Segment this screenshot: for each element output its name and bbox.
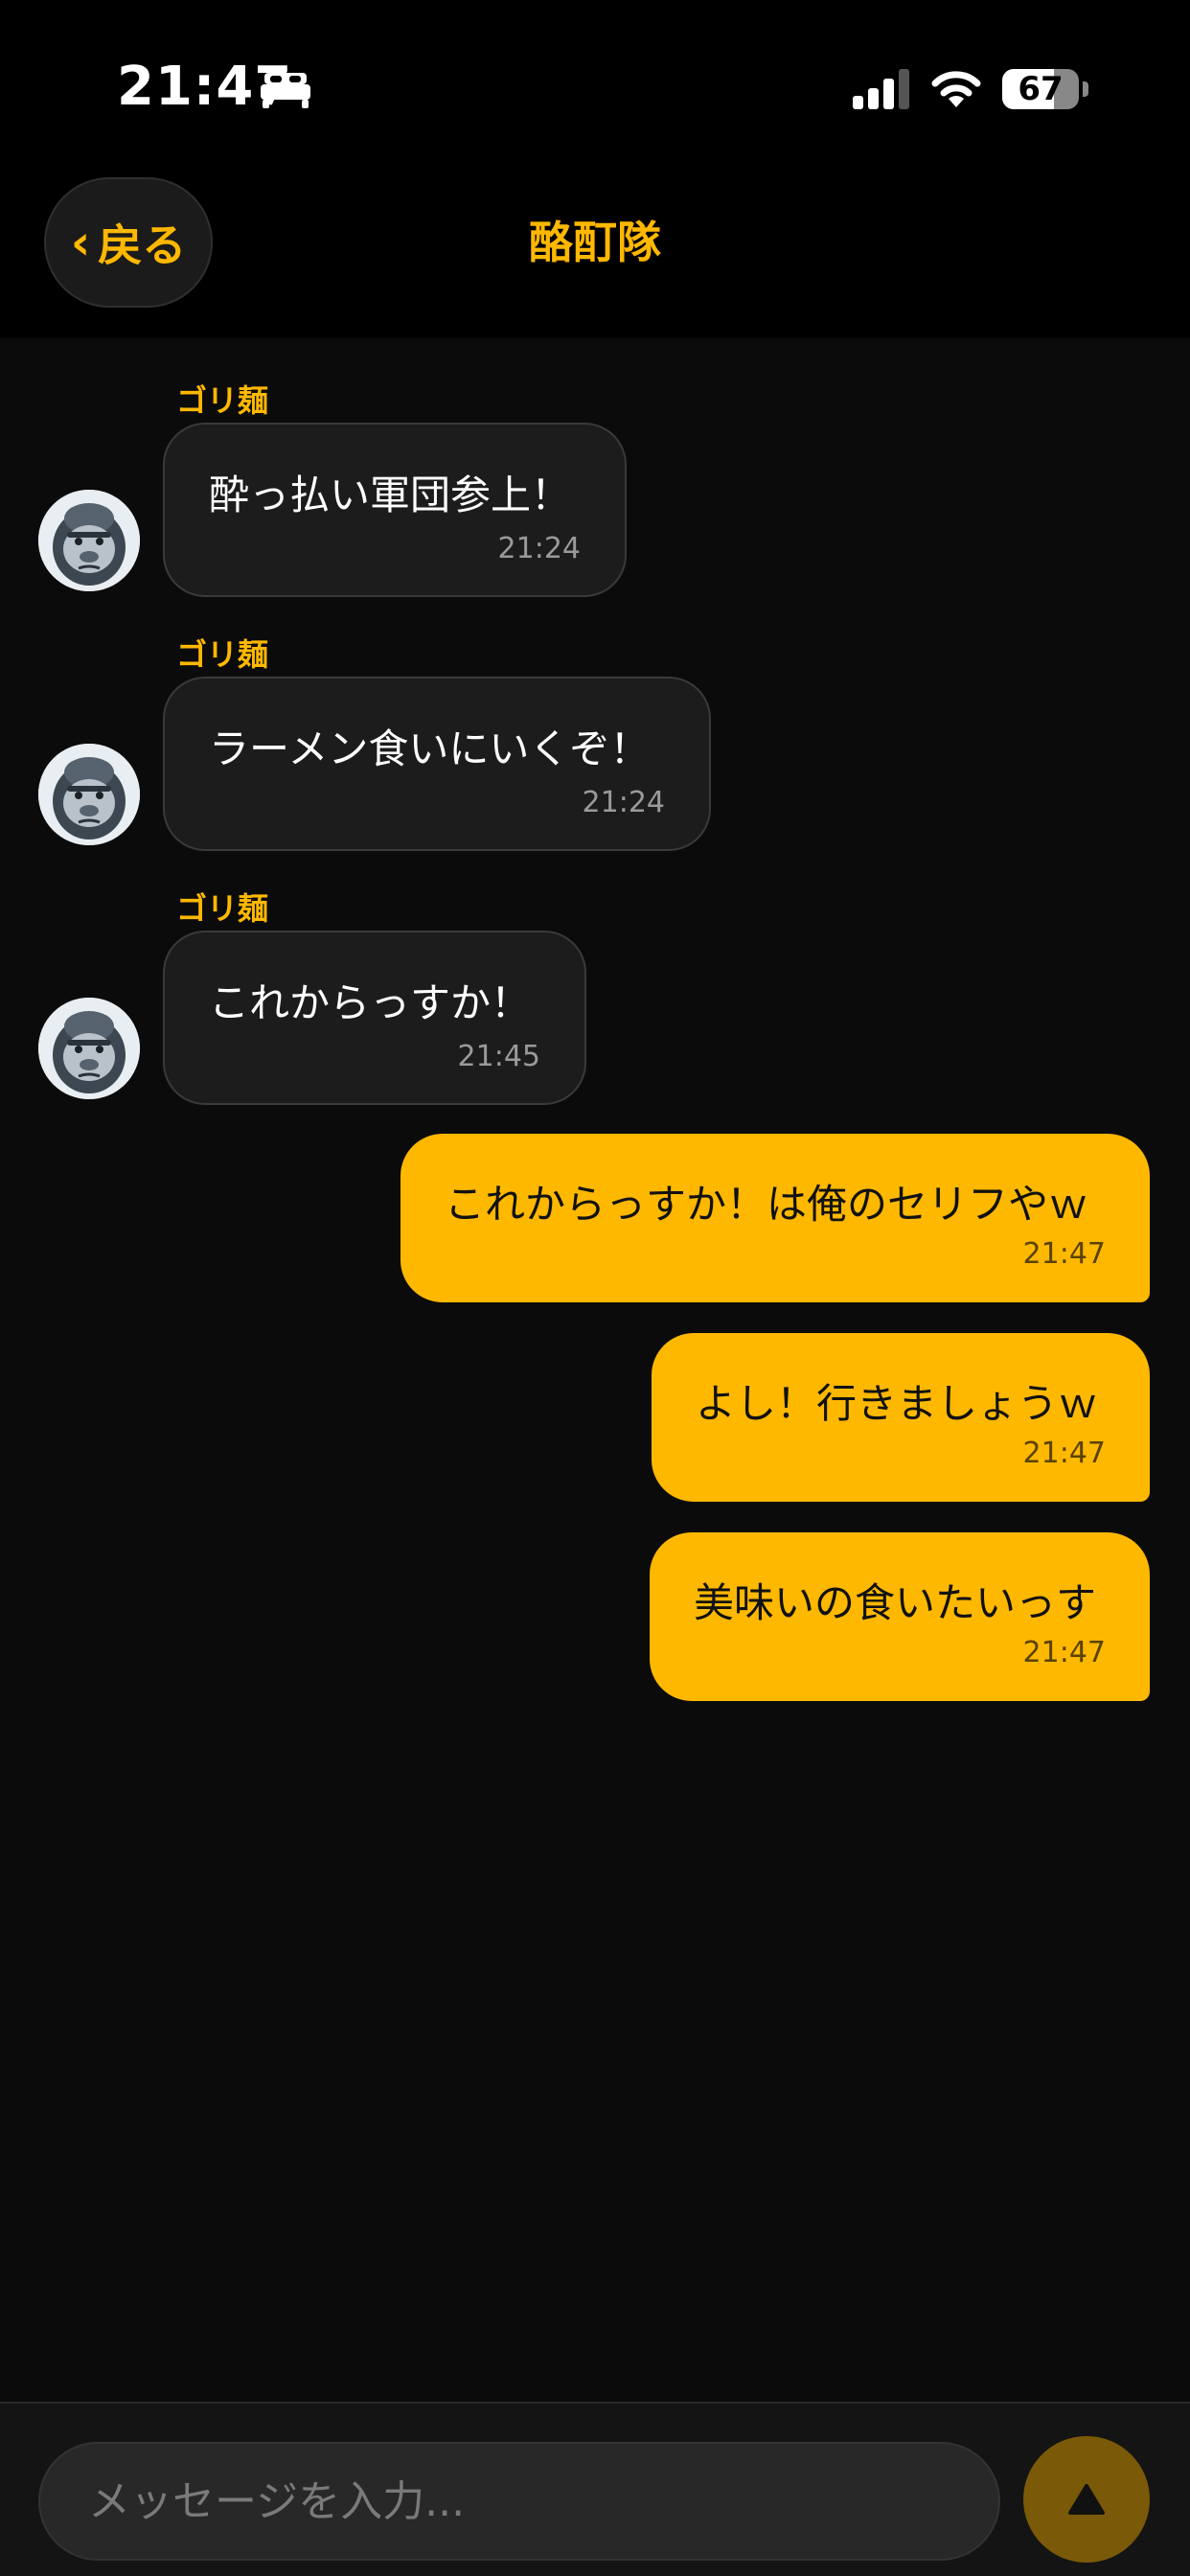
gorilla-avatar-icon: [38, 744, 140, 845]
message-time: 21:24: [582, 786, 665, 819]
nav-bar: ‹ 戻る 酪酊隊: [0, 177, 1190, 338]
message-bubble-outgoing[interactable]: 美味いの食いたいっす 21:47: [650, 1532, 1150, 1701]
input-bar: [0, 2402, 1190, 2576]
status-bar: 21:47 67: [0, 0, 1190, 177]
avatar[interactable]: [38, 490, 140, 591]
battery-percent: 67: [1018, 70, 1064, 108]
message-input[interactable]: [38, 2442, 1000, 2561]
message-text: これからっすか！: [209, 979, 532, 1026]
chevron-left-icon: ‹: [70, 215, 91, 270]
message-text: ラーメン食いにいくぞ！: [209, 725, 651, 772]
back-button-label: 戻る: [98, 219, 187, 271]
message-text: 美味いの食いたいっす: [694, 1579, 1097, 1626]
message-text: これからっすか！は俺のセリフやｗ: [445, 1181, 1089, 1228]
sender-name: ゴリ麺: [176, 890, 269, 927]
cellular-signal-icon: [853, 69, 909, 109]
message-bubble-incoming[interactable]: 酔っ払い軍団参上！ 21:24: [163, 423, 627, 597]
message-text: 酔っ払い軍団参上！: [209, 472, 572, 518]
message-time: 21:47: [1022, 1237, 1106, 1271]
message-time: 21:47: [1022, 1437, 1106, 1470]
gorilla-avatar-icon: [38, 490, 140, 591]
back-button[interactable]: ‹ 戻る: [44, 177, 213, 308]
chat-area[interactable]: ゴリ麺 酔っ払い軍団参上！ 21:24 ゴリ麺 ラーメン食いにいくぞ！ 21:2…: [0, 338, 1190, 2402]
avatar[interactable]: [38, 744, 140, 845]
avatar[interactable]: [38, 998, 140, 1099]
message-bubble-outgoing[interactable]: これからっすか！は俺のセリフやｗ 21:47: [400, 1134, 1150, 1302]
send-button[interactable]: [1023, 2436, 1150, 2563]
message-text: よし！行きましょうｗ: [696, 1380, 1099, 1427]
sender-name: ゴリ麺: [176, 382, 269, 419]
bed-icon: [261, 73, 310, 108]
battery-indicator: 67: [1002, 69, 1088, 109]
message-bubble-incoming[interactable]: ラーメン食いにいくぞ！ 21:24: [163, 677, 711, 851]
message-time: 21:45: [457, 1040, 540, 1073]
message-time: 21:47: [1022, 1636, 1106, 1669]
message-time: 21:24: [497, 532, 581, 565]
wifi-icon: [931, 71, 981, 107]
message-bubble-incoming[interactable]: これからっすか！ 21:45: [163, 931, 586, 1105]
send-icon: [1068, 2484, 1105, 2515]
message-bubble-outgoing[interactable]: よし！行きましょうｗ 21:47: [652, 1333, 1150, 1502]
sender-name: ゴリ麺: [176, 636, 269, 673]
gorilla-avatar-icon: [38, 998, 140, 1099]
